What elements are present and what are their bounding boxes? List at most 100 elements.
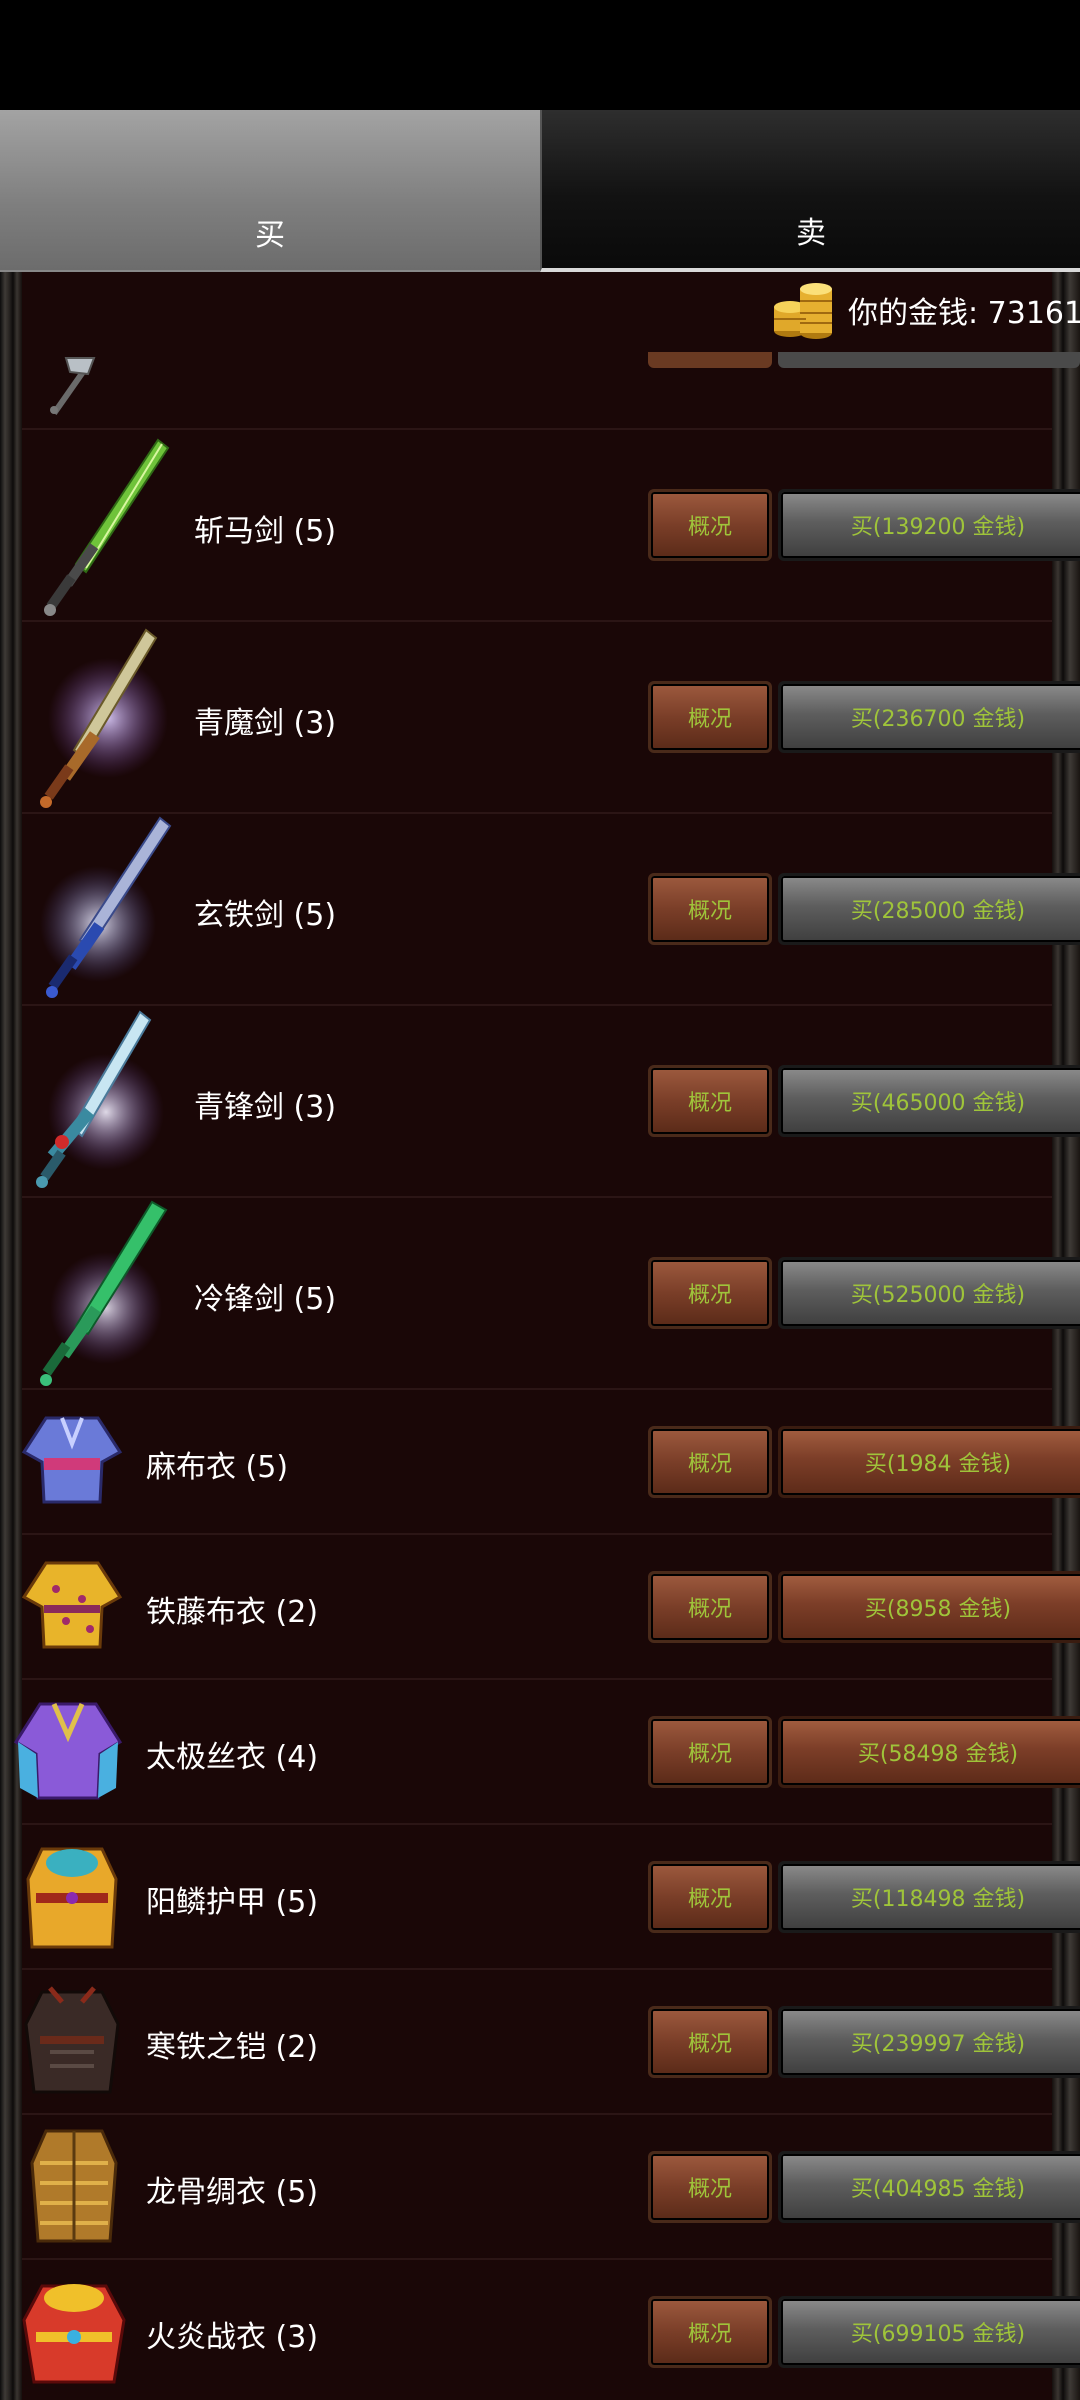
item-name: 龙骨绸衣 (5) [146, 2175, 319, 2210]
buy-button-label: 买(465000 金钱) [850, 1091, 1026, 1116]
info-button-label: 概况 [687, 707, 732, 732]
buy-button[interactable]: 买(699105 金钱) [778, 2295, 1080, 2368]
list-item[interactable]: 斩马剑 (5) 概况 买(139200 金钱) [22, 430, 1080, 622]
blue-sword-icon [40, 816, 172, 998]
list-item[interactable]: 阳鳞护甲 (5) 概况 买(118498 金钱) [22, 1825, 1080, 1970]
info-button-label: 概况 [687, 899, 732, 924]
item-name: 阳鳞护甲 (5) [146, 1885, 319, 1920]
item-name: 青锋剑 (3) [194, 1090, 337, 1125]
money-text: 你的金钱: 73161 [848, 296, 1080, 331]
item-name: 太极丝衣 (4) [146, 1740, 319, 1775]
buy-button[interactable]: 买(139200 金钱) [778, 489, 1080, 561]
buy-button-label: 买(404985 金钱) [850, 2176, 1026, 2202]
item-name: 火炎战衣 (3) [146, 2320, 319, 2355]
buy-button[interactable]: 买(285000 金钱) [778, 873, 1080, 945]
yellow-robe-icon [21, 1561, 123, 1649]
buy-button[interactable]: 买(1984 金钱) [778, 1425, 1080, 1498]
gold-sword-icon [40, 628, 168, 808]
axe-icon [50, 357, 96, 416]
silk-robe-icon [13, 1702, 123, 1800]
cloth-robe-icon [21, 1416, 123, 1504]
list-item[interactable]: 寒铁之铠 (2) 概况 买(239997 金钱) [22, 1970, 1080, 2115]
info-button-label: 概况 [687, 1741, 732, 1767]
money-display: 你的金钱: 73161 [770, 278, 1080, 342]
panel-frame-left [0, 272, 22, 2400]
iron-armor-icon [24, 1986, 120, 2094]
buy-button-label: 买(139200 金钱) [850, 515, 1026, 540]
info-button-label: 概况 [687, 1886, 732, 1912]
list-item[interactable]: 冷锋剑 (5) 概况 买(525000 金钱) [22, 1198, 1080, 1390]
info-button-label: 概况 [687, 515, 732, 540]
partial-row-buttons [648, 352, 1080, 372]
item-name: 青魔剑 (3) [194, 706, 337, 741]
list-item[interactable]: 太极丝衣 (4) 概况 买(58498 金钱) [13, 1680, 1080, 1825]
item-name: 斩马剑 (5) [194, 514, 337, 549]
buy-button-label: 买(236700 金钱) [850, 707, 1026, 732]
info-button[interactable]: 概况 [648, 2005, 772, 2078]
green-sword-icon [44, 438, 170, 616]
info-button-label: 概况 [687, 2031, 732, 2057]
list-item[interactable]: 铁藤布衣 (2) 概况 买(8958 金钱) [21, 1535, 1080, 1680]
buy-button[interactable]: 买(118498 金钱) [778, 1860, 1080, 1933]
info-button-label: 概况 [687, 1596, 732, 1622]
buy-button[interactable]: 买(465000 金钱) [778, 1065, 1080, 1137]
info-button-label: 概况 [687, 1091, 732, 1116]
buy-button-label: 买(8958 金钱) [864, 1596, 1012, 1622]
info-button[interactable]: 概况 [648, 1257, 772, 1329]
buy-button-label: 买(699105 金钱) [850, 2321, 1026, 2347]
info-button-label: 概况 [687, 1451, 732, 1477]
buy-button[interactable]: 买(404985 金钱) [778, 2150, 1080, 2223]
scale-armor-icon [26, 1847, 118, 1949]
buy-button-label: 买(239997 金钱) [850, 2031, 1026, 2057]
info-button[interactable]: 概况 [648, 2150, 772, 2223]
info-button[interactable]: 概况 [648, 2295, 772, 2368]
info-button[interactable]: 概况 [648, 1065, 772, 1137]
dragon-bone-armor-icon [30, 2129, 118, 2243]
info-button[interactable]: 概况 [648, 1570, 772, 1643]
item-name: 玄铁剑 (5) [194, 898, 337, 933]
buy-button-label: 买(1984 金钱) [864, 1451, 1012, 1477]
list-item[interactable]: 火炎战衣 (3) 概况 买(699105 金钱) [22, 2260, 1080, 2400]
info-button[interactable]: 概况 [648, 489, 772, 561]
buy-button-label: 买(118498 金钱) [850, 1886, 1026, 1912]
tab-buy-label: 买 [255, 218, 285, 253]
panel-frame-right [1052, 272, 1080, 2400]
info-button[interactable]: 概况 [648, 1860, 772, 1933]
flame-armor-icon [22, 2284, 126, 2384]
item-name: 冷锋剑 (5) [194, 1282, 337, 1317]
tab-bar: 买 卖 [0, 110, 1080, 272]
item-name: 麻布衣 (5) [146, 1450, 289, 1485]
list-item[interactable]: 龙骨绸衣 (5) 概况 买(404985 金钱) [22, 2115, 1080, 2260]
item-name: 铁藤布衣 (2) [146, 1595, 319, 1630]
tab-buy[interactable]: 买 [0, 110, 540, 272]
shop-list-panel[interactable]: 斩马剑 (5) 概况 买(139200 金钱) 青魔剑 (3) 概况 买(236… [0, 272, 1080, 2400]
status-bar [0, 0, 1080, 110]
item-name: 寒铁之铠 (2) [146, 2030, 319, 2065]
list-item[interactable]: 青魔剑 (3) 概况 买(236700 金钱) [22, 622, 1080, 814]
gold-coins-icon [774, 283, 832, 339]
buy-button[interactable]: 买(236700 金钱) [778, 681, 1080, 753]
buy-button[interactable]: 买(239997 金钱) [778, 2005, 1080, 2078]
list-item[interactable]: 麻布衣 (5) 概况 买(1984 金钱) [21, 1390, 1080, 1535]
tab-sell-label: 卖 [796, 216, 826, 251]
info-button-label: 概况 [687, 2176, 732, 2202]
buy-button-label: 买(285000 金钱) [850, 899, 1026, 924]
buy-button[interactable]: 买(58498 金钱) [778, 1715, 1080, 1788]
list-item[interactable]: 青锋剑 (3) 概况 买(465000 金钱) [22, 1006, 1080, 1198]
info-button[interactable]: 概况 [648, 873, 772, 945]
info-button-partial [648, 352, 772, 368]
info-button[interactable]: 概况 [648, 1425, 772, 1498]
info-button[interactable]: 概况 [648, 1715, 772, 1788]
buy-button-label: 买(58498 金钱) [857, 1741, 1019, 1767]
jade-sword-icon [40, 1200, 168, 1386]
buy-button[interactable]: 买(8958 金钱) [778, 1570, 1080, 1643]
list-item[interactable]: 玄铁剑 (5) 概况 买(285000 金钱) [22, 814, 1080, 1006]
buy-button-partial [778, 352, 1080, 368]
tab-sell[interactable]: 卖 [540, 110, 1080, 272]
info-button[interactable]: 概况 [648, 681, 772, 753]
buy-button-label: 买(525000 金钱) [850, 1283, 1026, 1308]
info-button-label: 概况 [687, 2321, 732, 2347]
buy-button[interactable]: 买(525000 金钱) [778, 1257, 1080, 1329]
info-button-label: 概况 [687, 1283, 732, 1308]
cyan-sword-icon [36, 1010, 164, 1188]
